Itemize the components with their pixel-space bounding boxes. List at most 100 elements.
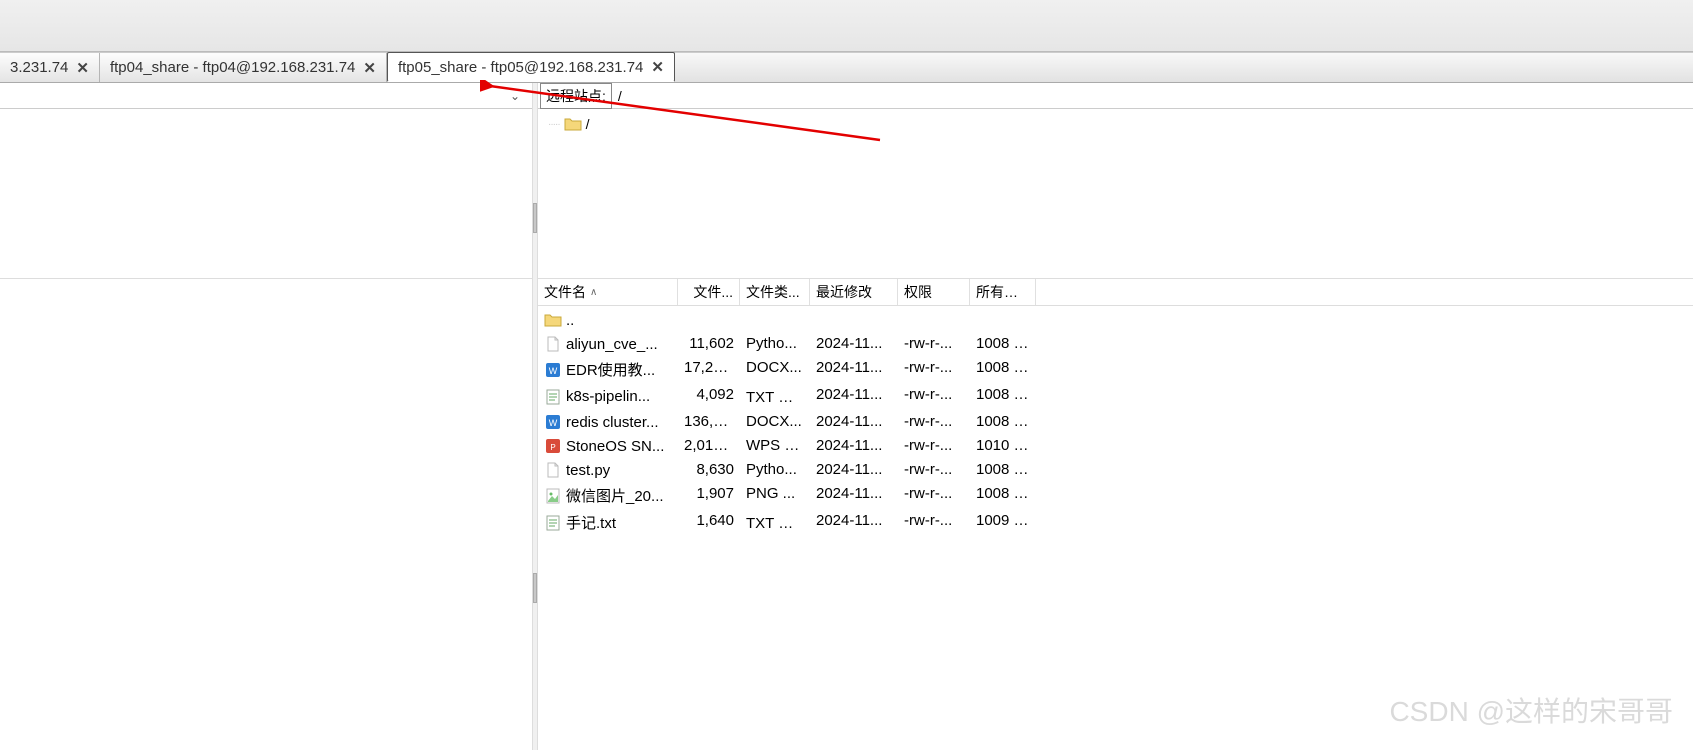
file-name: k8s-pipelin... [566, 388, 650, 405]
svg-text:W: W [549, 418, 558, 428]
local-pane: ⌄ [0, 83, 532, 750]
splitter-grip[interactable] [533, 203, 537, 233]
tab-label: 3.231.74 [10, 59, 68, 76]
file-row[interactable]: aliyun_cve_... 11,602Pytho...2024-11...-r… [538, 332, 1693, 356]
file-date: 2024-11... [810, 459, 898, 481]
file-owner: 1008 1... [970, 483, 1036, 508]
file-row[interactable]: W EDR使用教... 17,21...DOCX...2024-11...-rw-r… [538, 356, 1693, 383]
file-perm: -rw-r-... [898, 411, 970, 433]
file-perm: -rw-r-... [898, 435, 970, 457]
main-split: ⌄ 远程站点: / ····· / 文件名∧ 文件... 文件类. [0, 83, 1693, 750]
local-tree[interactable] [0, 109, 532, 279]
column-header-owner[interactable]: 所有者... [970, 279, 1036, 305]
close-icon[interactable]: ✕ [651, 58, 664, 76]
sort-asc-icon: ∧ [590, 287, 597, 298]
file-type: Pytho... [740, 459, 810, 481]
file-perm: -rw-r-... [898, 483, 970, 508]
column-header-size[interactable]: 文件... [678, 279, 740, 305]
file-owner: 1008 1... [970, 384, 1036, 409]
file-type: DOCX... [740, 411, 810, 433]
chevron-down-icon[interactable]: ⌄ [506, 89, 524, 103]
file-size: 2,018... [678, 435, 740, 457]
parent-dir-row[interactable]: .. [538, 308, 1693, 332]
tab-connection-2[interactable]: ftp05_share - ftp05@192.168.231.74 ✕ [387, 52, 675, 82]
file-type: TXT 文... [740, 510, 810, 535]
file-owner: 1008 1... [970, 333, 1036, 355]
file-row[interactable]: test.py8,630Pytho...2024-11...-rw-r-...1… [538, 458, 1693, 482]
tab-label: ftp05_share - ftp05@192.168.231.74 [398, 59, 643, 76]
remote-pane: 远程站点: / ····· / 文件名∧ 文件... 文件类... 最近修改 权… [538, 83, 1693, 750]
file-size: 4,092 [678, 384, 740, 409]
file-icon [544, 461, 562, 479]
txt-icon [544, 514, 562, 532]
splitter-grip[interactable] [533, 573, 537, 603]
file-name: EDR使用教... [566, 359, 655, 380]
file-name: 手记.txt [566, 512, 616, 533]
remote-path-input[interactable]: / [612, 87, 1693, 105]
parent-dir-label: .. [566, 312, 574, 329]
folder-icon [564, 115, 582, 133]
folder-icon [544, 311, 562, 329]
file-type: WPS P... [740, 435, 810, 457]
docx-icon: W [544, 361, 562, 379]
file-row[interactable]: P StoneOS SN... 2,018...WPS P...2024-11...… [538, 434, 1693, 458]
svg-text:W: W [549, 366, 558, 376]
remote-file-list: 文件名∧ 文件... 文件类... 最近修改 权限 所有者... .. aliy… [538, 279, 1693, 750]
file-perm: -rw-r-... [898, 357, 970, 382]
file-size: 8,630 [678, 459, 740, 481]
file-row[interactable]: 微信图片_20...1,907PNG ...2024-11...-rw-r-..… [538, 482, 1693, 509]
vertical-splitter[interactable] [532, 83, 538, 750]
file-type: TXT 文... [740, 384, 810, 409]
file-perm: -rw-r-... [898, 333, 970, 355]
local-file-list[interactable] [0, 279, 532, 750]
file-type: PNG ... [740, 483, 810, 508]
file-type: DOCX... [740, 357, 810, 382]
file-perm: -rw-r-... [898, 510, 970, 535]
wps-icon: P [544, 437, 562, 455]
remote-tree[interactable]: ····· / [538, 109, 1693, 279]
tree-connector-icon: ····· [548, 119, 560, 130]
column-header-name[interactable]: 文件名∧ [538, 279, 678, 305]
file-type: Pytho... [740, 333, 810, 355]
file-row[interactable]: k8s-pipelin...4,092TXT 文...2024-11...-rw… [538, 383, 1693, 410]
file-icon [544, 335, 562, 353]
file-date: 2024-11... [810, 483, 898, 508]
file-list-header: 文件名∧ 文件... 文件类... 最近修改 权限 所有者... [538, 279, 1693, 306]
file-owner: 1009 1... [970, 510, 1036, 535]
local-path-row: ⌄ [0, 83, 532, 109]
file-row[interactable]: 手记.txt1,640TXT 文...2024-11...-rw-r-...10… [538, 509, 1693, 536]
file-name: redis cluster... [566, 414, 659, 431]
file-date: 2024-11... [810, 411, 898, 433]
close-icon[interactable]: ✕ [363, 59, 376, 77]
txt-icon [544, 388, 562, 406]
file-date: 2024-11... [810, 435, 898, 457]
tab-label: ftp04_share - ftp04@192.168.231.74 [110, 59, 355, 76]
file-size: 17,21... [678, 357, 740, 382]
file-date: 2024-11... [810, 333, 898, 355]
file-name: StoneOS SN... [566, 438, 664, 455]
file-date: 2024-11... [810, 357, 898, 382]
file-owner: 1008 1... [970, 357, 1036, 382]
file-name: aliyun_cve_... [566, 336, 658, 353]
remote-path-row: 远程站点: / [538, 83, 1693, 109]
file-perm: -rw-r-... [898, 384, 970, 409]
file-owner: 1010 1... [970, 435, 1036, 457]
file-name: test.py [566, 462, 610, 479]
tree-root-node[interactable]: ····· / [548, 113, 1683, 135]
file-owner: 1008 1... [970, 411, 1036, 433]
svg-text:P: P [550, 443, 555, 452]
tree-node-label: / [586, 116, 590, 132]
column-header-perm[interactable]: 权限 [898, 279, 970, 305]
tab-connection-0[interactable]: 3.231.74 ✕ [0, 53, 100, 82]
column-header-date[interactable]: 最近修改 [810, 279, 898, 305]
column-header-type[interactable]: 文件类... [740, 279, 810, 305]
png-icon [544, 487, 562, 505]
tab-connection-1[interactable]: ftp04_share - ftp04@192.168.231.74 ✕ [100, 53, 387, 82]
remote-site-label: 远程站点: [540, 83, 612, 109]
connection-tabs: 3.231.74 ✕ ftp04_share - ftp04@192.168.2… [0, 52, 1693, 83]
toolbar-area [0, 0, 1693, 52]
close-icon[interactable]: ✕ [76, 59, 89, 77]
file-row[interactable]: Wredis cluster...136,5...DOCX...2024-11.… [538, 410, 1693, 434]
file-size: 11,602 [678, 333, 740, 355]
file-size: 1,640 [678, 510, 740, 535]
